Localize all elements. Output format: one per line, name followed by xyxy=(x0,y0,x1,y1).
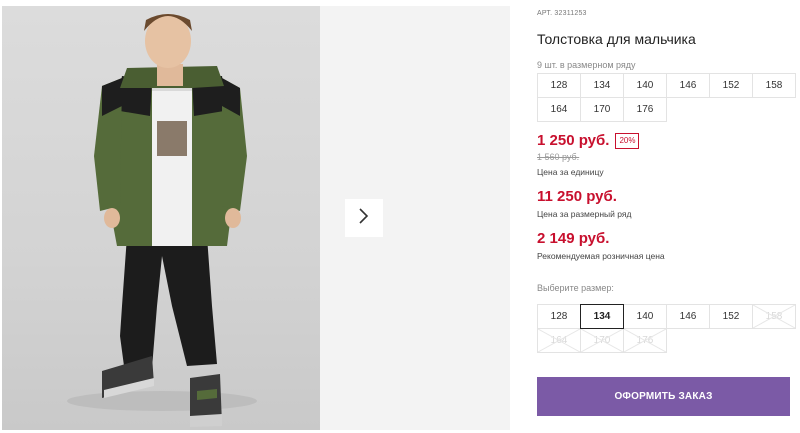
product-photo[interactable] xyxy=(2,6,320,430)
unit-price-caption: Цена за единицу xyxy=(537,167,604,177)
range-size-cell: 128 xyxy=(537,73,581,98)
unit-price-line: 1 250 руб. 20% xyxy=(537,132,640,149)
range-price: 11 250 руб. xyxy=(537,188,617,205)
range-price-caption: Цена за размерный ряд xyxy=(537,209,632,219)
size-option-selected[interactable]: 134 xyxy=(580,304,624,329)
size-option[interactable]: 128 xyxy=(537,304,581,329)
retail-price-caption: Рекомендуемая розничная цена xyxy=(537,251,665,261)
range-size-cell: 140 xyxy=(623,73,667,98)
gallery-next-button[interactable] xyxy=(345,199,383,237)
size-option[interactable]: 140 xyxy=(623,304,667,329)
product-title: Толстовка для мальчика xyxy=(537,31,696,47)
place-order-button[interactable]: ОФОРМИТЬ ЗАКАЗ xyxy=(537,377,790,416)
size-range-grid: 128 134 140 146 152 158 164 170 176 xyxy=(537,73,796,122)
old-price: 1 560 руб. xyxy=(537,152,580,162)
size-option-unavailable: 176 xyxy=(623,328,667,353)
unit-price: 1 250 руб. xyxy=(537,132,610,149)
range-size-cell: 146 xyxy=(666,73,710,98)
size-option-unavailable: 164 xyxy=(537,328,581,353)
size-range-label: 9 шт. в размерном ряду xyxy=(537,60,636,70)
product-details: АРТ. 32311253 Толстовка для мальчика 9 ш… xyxy=(537,0,800,433)
strike-out-icon xyxy=(753,305,795,328)
size-option-unavailable: 170 xyxy=(580,328,624,353)
range-size-cell: 164 xyxy=(537,97,581,122)
product-gallery xyxy=(0,0,510,433)
range-size-cell: 152 xyxy=(709,73,753,98)
range-size-cell: 134 xyxy=(580,73,624,98)
choose-size-label: Выберите размер: xyxy=(537,283,614,293)
retail-price: 2 149 руб. xyxy=(537,230,610,247)
size-option-unavailable: 158 xyxy=(752,304,796,329)
size-option[interactable]: 146 xyxy=(666,304,710,329)
strike-out-icon xyxy=(538,329,580,352)
discount-badge: 20% xyxy=(615,132,640,149)
range-size-cell: 158 xyxy=(752,73,796,98)
boy-in-hoodie-illustration xyxy=(67,14,257,427)
range-size-cell: 176 xyxy=(623,97,667,122)
strike-out-icon xyxy=(624,329,666,352)
size-option[interactable]: 152 xyxy=(709,304,753,329)
range-size-cell: 170 xyxy=(580,97,624,122)
chevron-right-icon xyxy=(358,207,370,230)
size-selector: 128 134 140 146 152 158 164 170 176 xyxy=(537,304,796,353)
strike-out-icon xyxy=(581,329,623,352)
article-number: АРТ. 32311253 xyxy=(537,10,587,17)
